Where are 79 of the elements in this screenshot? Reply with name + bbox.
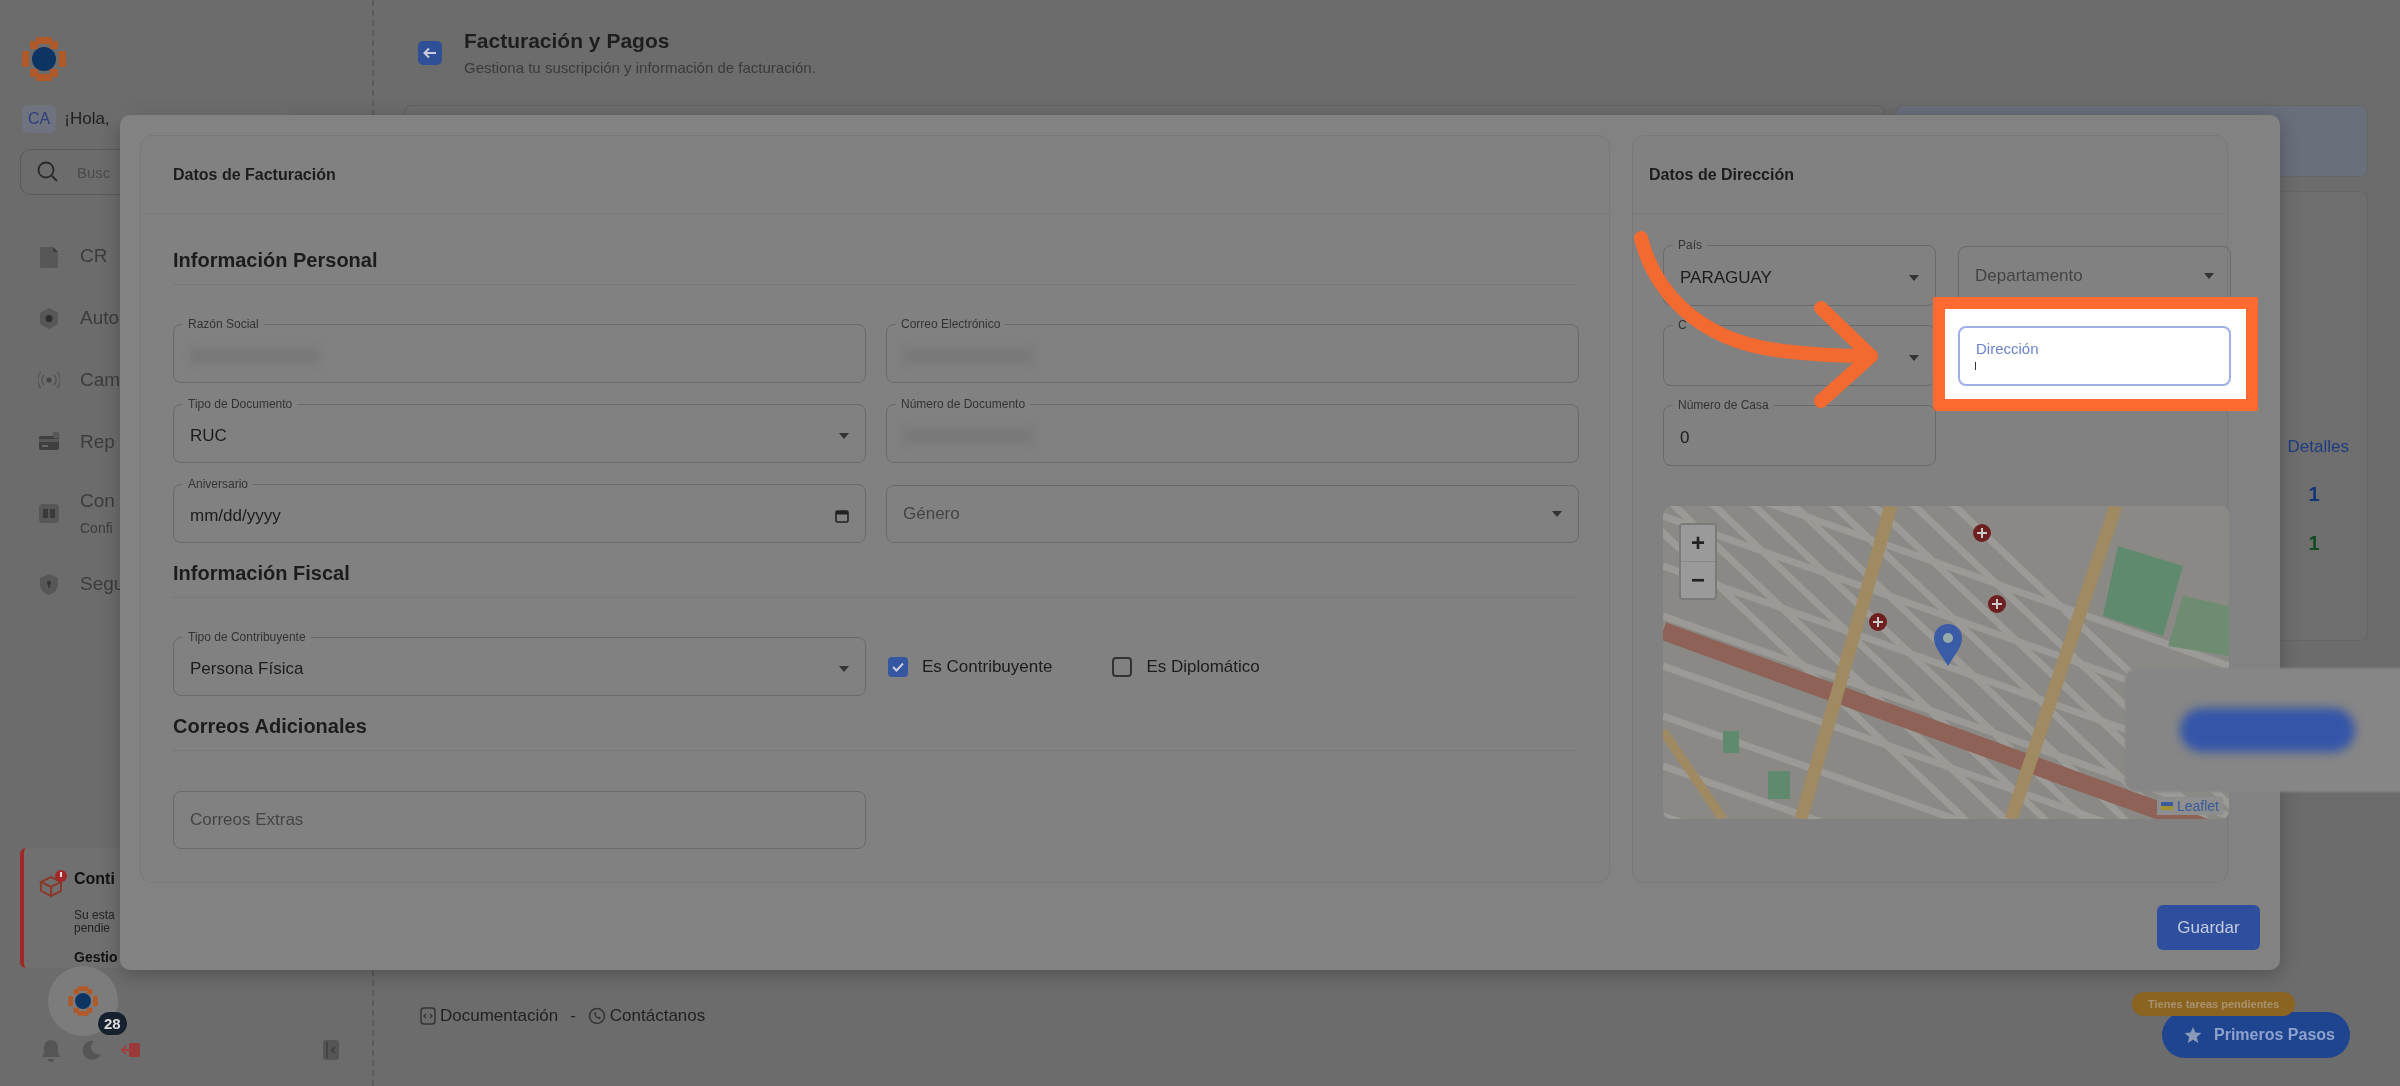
section-title: Información Personal (173, 247, 379, 273)
page-title: Facturación y Pagos (464, 29, 671, 53)
input-field[interactable]: Número de Casa 0 (1663, 398, 1936, 466)
shield-icon (38, 572, 60, 596)
zoom-out-button[interactable]: − (1681, 561, 1715, 598)
input-field[interactable]: Correo Electrónico (886, 317, 1579, 383)
input-field[interactable]: Correos Extras (173, 791, 866, 849)
field-placeholder: Dirección (1976, 340, 2039, 357)
field-label: Aniversario (187, 477, 250, 491)
pending-tasks-badge: Tienes tareas pendientes (2132, 992, 2296, 1016)
field-label: Razón Social (187, 317, 260, 331)
field-label: Tipo de Documento (187, 397, 294, 411)
field-label: País (1677, 238, 1703, 252)
footer-link[interactable]: Contáctanos (587, 1006, 706, 1026)
star-icon (2184, 1026, 2202, 1044)
select-field[interactable]: País PARAGUAY (1663, 238, 1936, 306)
field-placeholder: Correos Extras (190, 810, 304, 830)
book-icon (38, 501, 60, 525)
notification-count: 28 (98, 1012, 127, 1035)
section-title: Correos Adicionales (173, 713, 368, 739)
field-label: C (1677, 318, 1688, 332)
zoom-in-button[interactable]: + (1681, 525, 1715, 561)
chat-phone-icon (587, 1007, 606, 1025)
document-code-icon (420, 1007, 436, 1025)
input-field[interactable]: Número de Documento (886, 397, 1579, 463)
dropdown-caret-icon (1909, 275, 1919, 281)
checkbox[interactable]: Es Diplomático (1112, 657, 1260, 677)
input-field[interactable]: Dirección (1958, 326, 2231, 386)
dropdown-caret-icon (2204, 273, 2214, 279)
count-value: 1 (2307, 532, 2321, 555)
section-title: Información Fiscal (173, 560, 351, 586)
field-value: Persona Física (190, 659, 305, 679)
field-label: Número de Casa (1677, 398, 1770, 412)
box-alert-icon (38, 870, 68, 898)
field-label: Tipo de Contribuyente (187, 630, 307, 644)
back-button[interactable] (418, 40, 442, 65)
dropdown-caret-icon (839, 666, 849, 672)
field-placeholder: Género (903, 504, 960, 524)
alert-text: Su esta pendie (74, 909, 115, 938)
count-value: 1 (2307, 483, 2321, 506)
search-icon (37, 161, 59, 183)
field-value: PARAGUAY (1680, 268, 1773, 288)
checkbox[interactable]: Es Contribuyente (888, 657, 1053, 677)
text-cursor (1975, 362, 1976, 370)
field-placeholder: Departamento (1975, 266, 2083, 286)
field-value: mm/dd/yyyy (190, 506, 282, 526)
field-value: RUC (190, 426, 228, 446)
sidebar-collapse-icon (322, 1039, 340, 1061)
alert-link[interactable]: Gestio (74, 948, 118, 968)
date-field[interactable]: Aniversario mm/dd/yyyy (173, 477, 866, 543)
back-arrow-icon (423, 46, 437, 59)
footer-link[interactable]: Documentación (420, 1006, 559, 1026)
input-field[interactable]: Razón Social (173, 317, 866, 383)
select-field[interactable]: Tipo de Documento RUC (173, 397, 866, 463)
alert-title: Conti (74, 870, 115, 889)
user-initials-avatar: CA (22, 105, 57, 133)
dropdown-caret-icon (839, 433, 849, 439)
greeting-text: ¡Hola, (64, 109, 110, 129)
save-button[interactable]: Guardar (2157, 905, 2260, 950)
dropdown-caret-icon (1552, 511, 1562, 517)
field-label: Número de Documento (900, 397, 1027, 411)
logo-icon (20, 35, 68, 83)
logo-icon (67, 985, 99, 1017)
dropdown-caret-icon (1909, 355, 1919, 361)
field-label: Correo Electrónico (900, 317, 1002, 331)
select-field[interactable]: Tipo de Contribuyente Persona Física (173, 630, 866, 696)
broadcast-icon (38, 368, 60, 392)
hexagon-icon (38, 306, 60, 330)
checkmark-icon (892, 662, 904, 672)
column-header: Detalles (2287, 437, 2349, 457)
first-steps-button[interactable]: Primeros Pasos (2162, 1012, 2350, 1058)
document-icon (38, 244, 60, 268)
card-title: Datos de Facturación (141, 136, 1609, 214)
field-value: 0 (1680, 428, 1691, 448)
select-field[interactable]: Género (886, 485, 1579, 543)
flag-icon (2160, 802, 2173, 810)
attribution-link[interactable]: Leaflet (2156, 797, 2223, 815)
calendar-icon (835, 509, 849, 523)
separator-text: - (570, 1006, 576, 1026)
